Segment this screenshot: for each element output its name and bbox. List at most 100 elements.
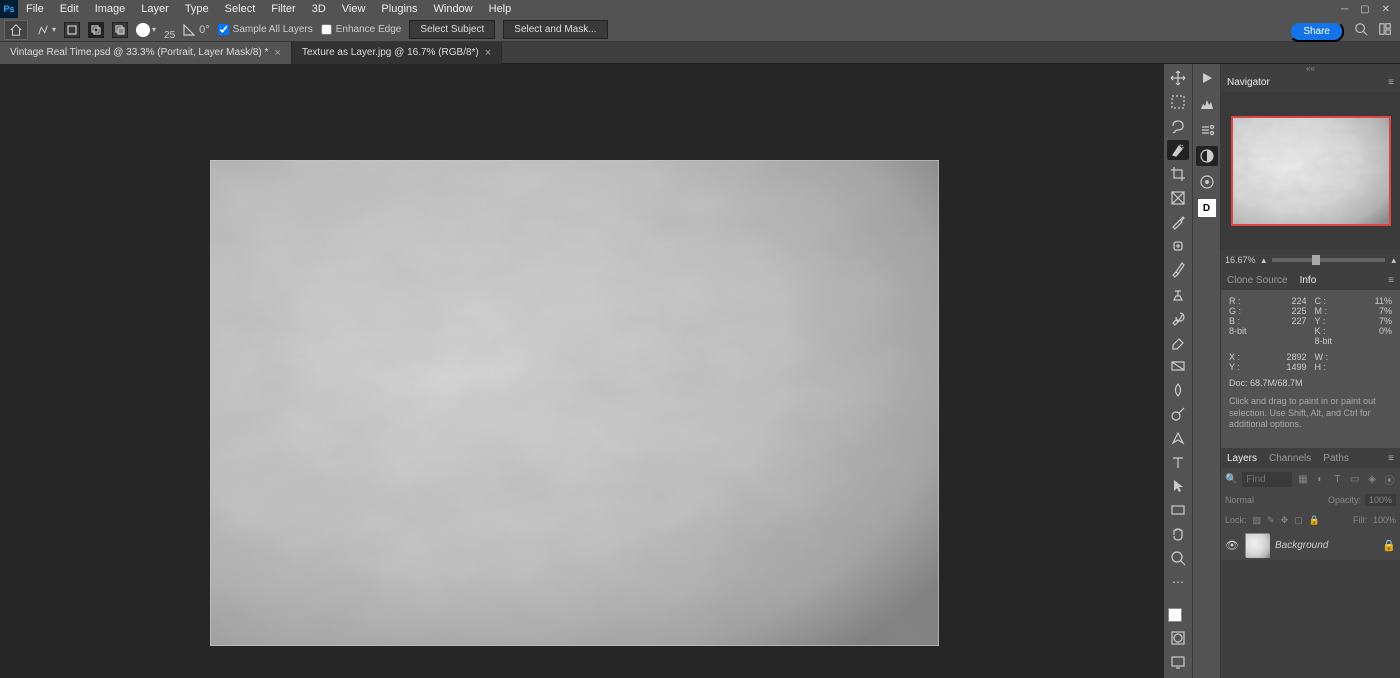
minimize-icon[interactable]: ─	[1341, 4, 1348, 15]
color-swatches[interactable]	[1168, 602, 1188, 624]
rectangle-tool-icon[interactable]	[1167, 500, 1189, 520]
marquee-tool-icon[interactable]	[1167, 92, 1189, 112]
gradient-tool-icon[interactable]	[1167, 356, 1189, 376]
quick-selection-tool-icon[interactable]	[1167, 140, 1189, 160]
select-and-mask-button[interactable]: Select and Mask...	[503, 20, 607, 39]
opacity-value[interactable]: 100%	[1365, 494, 1396, 506]
brush-tool-icon[interactable]	[1167, 260, 1189, 280]
eraser-tool-icon[interactable]	[1167, 332, 1189, 352]
search-icon[interactable]: 🔍	[1225, 472, 1238, 486]
canvas-area[interactable]	[0, 64, 1164, 678]
quick-mask-icon[interactable]	[1167, 628, 1189, 648]
menu-layer[interactable]: Layer	[133, 3, 177, 15]
lasso-tool-icon[interactable]	[1167, 116, 1189, 136]
path-selection-tool-icon[interactable]	[1167, 476, 1189, 496]
menu-plugins[interactable]: Plugins	[373, 3, 425, 15]
layer-name[interactable]: Background	[1275, 540, 1376, 551]
maximize-icon[interactable]: ▢	[1360, 4, 1369, 15]
layers-tab[interactable]: Layers	[1227, 453, 1257, 464]
blur-tool-icon[interactable]	[1167, 380, 1189, 400]
lock-pixels-icon[interactable]: ✎	[1267, 515, 1275, 526]
menu-3d[interactable]: 3D	[304, 3, 334, 15]
lock-all-icon[interactable]: 🔒	[1309, 515, 1320, 526]
close-icon[interactable]: ✕	[1382, 4, 1390, 15]
histogram-panel-icon[interactable]	[1196, 94, 1218, 114]
search-icon[interactable]	[1354, 22, 1368, 39]
select-subject-button[interactable]: Select Subject	[409, 20, 495, 39]
zoom-slider[interactable]	[1272, 258, 1385, 262]
clone-source-tab[interactable]: Clone Source	[1227, 275, 1288, 286]
blend-mode-select[interactable]: Normal	[1225, 495, 1324, 505]
panel-collapse-icon[interactable]: ««	[1221, 64, 1400, 72]
brush-preview-icon[interactable]	[136, 23, 150, 37]
menu-type[interactable]: Type	[177, 3, 217, 15]
healing-brush-tool-icon[interactable]	[1167, 236, 1189, 256]
edit-toolbar-icon[interactable]: ⋯	[1167, 572, 1189, 592]
menu-edit[interactable]: Edit	[52, 3, 87, 15]
visibility-icon[interactable]: 👁	[1225, 539, 1239, 552]
sample-all-layers-checkbox[interactable]: Sample All Layers	[218, 24, 313, 35]
filter-adjustment-icon[interactable]: ◐	[1314, 472, 1327, 486]
move-tool-icon[interactable]	[1167, 68, 1189, 88]
crop-tool-icon[interactable]	[1167, 164, 1189, 184]
history-brush-tool-icon[interactable]	[1167, 308, 1189, 328]
canvas[interactable]	[210, 160, 939, 646]
brush-angle[interactable]: 0°	[183, 24, 210, 36]
menu-window[interactable]: Window	[426, 3, 481, 15]
tab-close-icon[interactable]: ×	[274, 47, 280, 59]
pen-tool-icon[interactable]	[1167, 428, 1189, 448]
tool-preset-picker[interactable]: ▾	[36, 20, 56, 40]
home-button[interactable]	[4, 20, 28, 40]
document-tab-1[interactable]: Vintage Real Time.psd @ 33.3% (Portrait,…	[0, 42, 292, 64]
info-tab[interactable]: Info	[1300, 275, 1317, 286]
zoom-out-icon[interactable]: ▴	[1262, 255, 1267, 266]
panel-menu-icon[interactable]: ≡	[1388, 453, 1394, 464]
foreground-color-swatch[interactable]	[1168, 608, 1182, 622]
panel-menu-icon[interactable]: ≡	[1388, 77, 1394, 88]
properties-panel-icon[interactable]	[1196, 120, 1218, 140]
eyedropper-tool-icon[interactable]	[1167, 212, 1189, 232]
navigator-preview[interactable]	[1221, 92, 1400, 250]
dodge-tool-icon[interactable]	[1167, 404, 1189, 424]
intersect-selection-icon[interactable]	[112, 22, 128, 38]
zoom-tool-icon[interactable]	[1167, 548, 1189, 568]
tab-close-icon[interactable]: ×	[485, 47, 491, 59]
workspace-switcher-icon[interactable]	[1378, 22, 1392, 39]
navigator-tab[interactable]: Navigator	[1227, 77, 1270, 88]
paths-tab[interactable]: Paths	[1323, 453, 1349, 464]
enhance-edge-checkbox[interactable]: Enhance Edge	[321, 24, 402, 35]
layer-filter-input[interactable]	[1242, 472, 1292, 487]
type-tool-icon[interactable]	[1167, 452, 1189, 472]
menu-image[interactable]: Image	[87, 3, 134, 15]
lock-position-icon[interactable]: ✥	[1281, 515, 1289, 526]
filter-pixel-icon[interactable]: ▦	[1296, 472, 1309, 486]
lock-artboard-icon[interactable]: ▢	[1294, 515, 1303, 526]
layer-thumbnail[interactable]	[1245, 533, 1269, 557]
subtract-from-selection-icon[interactable]	[88, 22, 104, 38]
fill-value[interactable]: 100%	[1373, 515, 1396, 525]
clone-stamp-tool-icon[interactable]	[1167, 284, 1189, 304]
filter-shape-icon[interactable]: ▭	[1348, 472, 1361, 486]
filter-type-icon[interactable]: T	[1331, 472, 1344, 486]
lock-icon[interactable]: 🔒	[1382, 539, 1396, 552]
filter-smart-icon[interactable]: ◈	[1365, 472, 1378, 486]
menu-filter[interactable]: Filter	[263, 3, 303, 15]
add-to-selection-icon[interactable]	[64, 22, 80, 38]
menu-file[interactable]: File	[18, 3, 52, 15]
channels-tab[interactable]: Channels	[1269, 453, 1311, 464]
menu-select[interactable]: Select	[217, 3, 264, 15]
filter-toggle-icon[interactable]: ⦿	[1383, 472, 1396, 486]
frame-tool-icon[interactable]	[1167, 188, 1189, 208]
zoom-in-icon[interactable]: ▴	[1391, 255, 1396, 266]
document-tab-2[interactable]: Texture as Layer.jpg @ 16.7% (RGB/8*) ×	[292, 42, 502, 64]
lock-transparency-icon[interactable]: ▨	[1253, 515, 1262, 526]
design-space-icon[interactable]: D	[1196, 198, 1218, 218]
layer-row[interactable]: 👁 Background 🔒	[1221, 530, 1400, 560]
hand-tool-icon[interactable]	[1167, 524, 1189, 544]
panel-menu-icon[interactable]: ≡	[1388, 275, 1394, 286]
screen-mode-icon[interactable]	[1167, 652, 1189, 672]
menu-help[interactable]: Help	[481, 3, 520, 15]
actions-panel-icon[interactable]	[1196, 68, 1218, 88]
share-button[interactable]: Share	[1289, 21, 1344, 42]
styles-panel-icon[interactable]	[1196, 172, 1218, 192]
